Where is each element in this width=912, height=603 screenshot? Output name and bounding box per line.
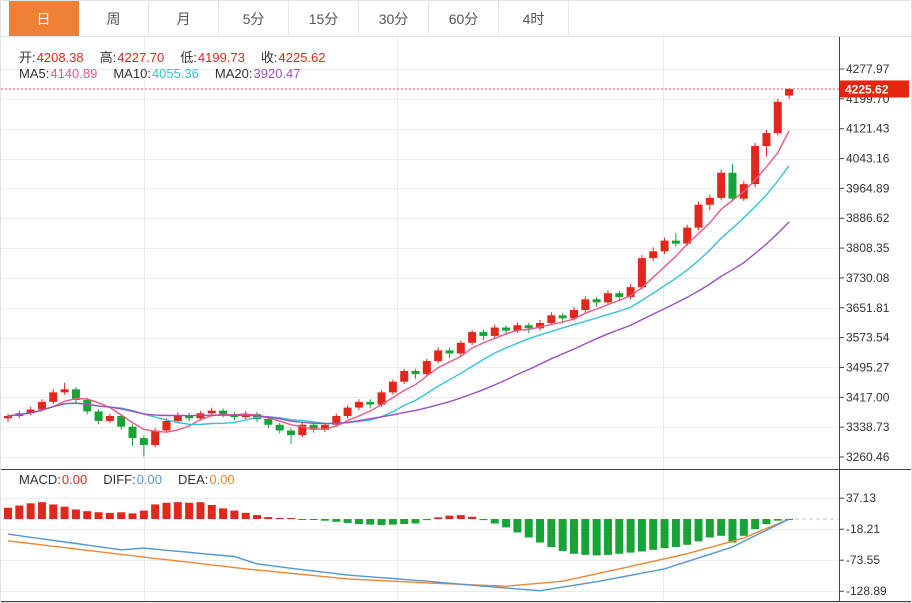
tab-1[interactable]: 日: [9, 1, 79, 36]
svg-text:3730.08: 3730.08: [846, 271, 890, 285]
svg-text:4225.62: 4225.62: [845, 82, 889, 96]
svg-text:4043.16: 4043.16: [846, 152, 890, 166]
high-value: 4227.70: [117, 50, 165, 65]
open-value: 4208.38: [36, 50, 84, 65]
tab-8[interactable]: 4时: [499, 1, 569, 36]
kline-chart-app: 日周月 5分 15分 30分 60分 4时 4277.97 4199.70 4121.43 40…: [0, 0, 912, 603]
open-label: 开:: [19, 50, 36, 65]
tab-7[interactable]: 60分: [429, 1, 499, 36]
close-value: 4225.62: [278, 50, 326, 65]
high-label: 高:: [99, 50, 117, 65]
tab-3[interactable]: 月: [149, 1, 219, 36]
ohlc-readout: 开:4208.38 高:4227.70 低:4199.73 收:4225.62: [19, 47, 342, 66]
svg-text:3573.54: 3573.54: [846, 331, 890, 345]
timeframe-tabbar: 日周月 5分 15分 30分 60分 4时: [1, 1, 911, 37]
svg-text:3495.27: 3495.27: [846, 360, 890, 374]
diff-value: 0.00: [136, 472, 163, 487]
macd-axis: 37.13 -18.21 -73.55 -128.89: [1, 469, 911, 602]
ma20-label: MA20:: [214, 66, 253, 81]
candlestick-chart: 4277.974199.704121.434043.163964.893886.…: [1, 37, 909, 469]
svg-text:3808.35: 3808.35: [846, 241, 890, 255]
svg-text:3886.62: 3886.62: [846, 211, 890, 225]
diff-label: DIFF:: [103, 472, 136, 487]
ma5-label: MA5:: [19, 66, 50, 81]
ma10-line: [7, 165, 790, 426]
svg-text:3651.81: 3651.81: [846, 301, 890, 315]
svg-text:37.13: 37.13: [846, 491, 876, 505]
macd-label: MACD:: [19, 472, 61, 487]
dea-value: 0.00: [209, 472, 235, 487]
tab-6[interactable]: 30分: [359, 1, 429, 36]
low-label: 低:: [180, 50, 197, 65]
dea-label: DEA:: [178, 472, 209, 487]
svg-text:3417.00: 3417.00: [846, 390, 890, 404]
svg-text:-128.89: -128.89: [846, 584, 887, 598]
price-grid: [1, 37, 839, 469]
tab-5[interactable]: 15分: [289, 1, 359, 36]
svg-text:-73.55: -73.55: [846, 553, 880, 567]
ma10-label: MA10:: [113, 66, 151, 81]
ma5-value: 4140.89: [50, 66, 98, 81]
svg-text:3964.89: 3964.89: [846, 181, 890, 195]
macd-panel: 37.13 -18.21 -73.55 -128.89: [1, 469, 911, 602]
close-label: 收:: [260, 50, 278, 65]
low-value: 4199.73: [197, 50, 245, 65]
candles: [4, 88, 794, 457]
ma10-value: 4055.36: [151, 66, 199, 81]
macd-readout: MACD:0.00 DIFF:0.00 DEA:0.00: [19, 472, 251, 487]
svg-text:3338.73: 3338.73: [846, 420, 890, 434]
price-axis: 4277.974199.704121.434043.163964.893886.…: [839, 37, 890, 469]
svg-text:3260.46: 3260.46: [846, 450, 890, 464]
svg-text:4277.97: 4277.97: [846, 62, 890, 76]
tab-4[interactable]: 5分: [219, 1, 289, 36]
macd-value: 0.00: [61, 472, 88, 487]
ma20-value: 3920.47: [253, 66, 301, 81]
svg-text:4121.43: 4121.43: [846, 122, 890, 136]
svg-text:-18.21: -18.21: [846, 522, 880, 536]
price-badge: 4225.62: [840, 80, 909, 98]
macd-histogram: [4, 502, 794, 556]
tab-2[interactable]: 周: [79, 1, 149, 36]
ma-readout: MA5:4140.89 MA10:4055.36 MA20:3920.47: [19, 66, 317, 81]
